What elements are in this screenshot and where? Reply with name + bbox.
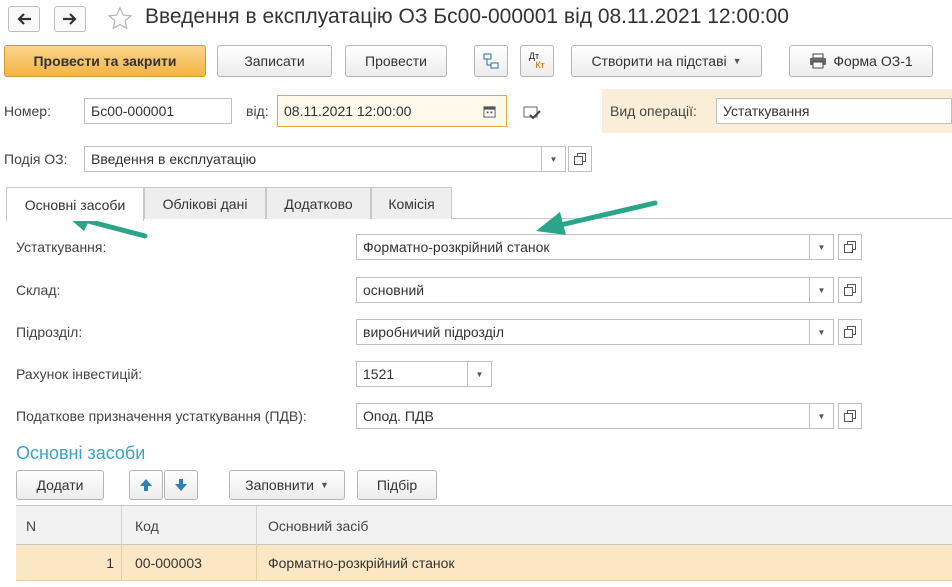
tax-purpose-dropdown-button[interactable]: ▼ [810, 403, 834, 429]
chevron-down-icon: ▼ [319, 480, 329, 490]
assets-table-header: N Код Основний засіб [16, 505, 952, 546]
warehouse-dropdown-button[interactable]: ▼ [810, 277, 834, 303]
add-button[interactable]: Додати [16, 470, 104, 500]
chevron-down-icon: ▼ [817, 411, 826, 421]
column-header-code[interactable]: Код [135, 506, 159, 546]
column-separator [121, 545, 122, 581]
open-icon [574, 153, 586, 165]
arrow-down-icon [175, 479, 187, 491]
column-separator [121, 506, 122, 546]
open-icon [844, 410, 856, 422]
forward-button[interactable] [54, 6, 86, 32]
tax-purpose-label: Податкове призначення устаткування (ПДВ)… [16, 408, 307, 424]
investment-account-label: Рахунок інвестицій: [16, 366, 143, 382]
tab-additional[interactable]: Додатково [266, 187, 371, 219]
calendar-icon[interactable] [483, 105, 496, 118]
warehouse-label: Склад: [16, 282, 61, 298]
equipment-dropdown-button[interactable]: ▼ [810, 234, 834, 260]
open-icon [844, 326, 856, 338]
investment-account-dropdown-button[interactable]: ▼ [468, 361, 492, 387]
date-label: від: [246, 103, 269, 119]
equipment-open-button[interactable] [838, 234, 862, 260]
event-label: Подія ОЗ: [4, 151, 68, 167]
annotation-arrow-equipment [536, 200, 658, 235]
save-button[interactable]: Записати [217, 45, 332, 77]
warehouse-open-button[interactable] [838, 277, 862, 303]
number-field[interactable]: Бс00-000001 [84, 98, 232, 124]
date-value: 08.11.2021 12:00:00 [284, 103, 412, 119]
investment-account-field[interactable]: 1521 [356, 361, 468, 387]
fill-button[interactable]: Заповнити ▼ [229, 470, 345, 500]
kt-label: Кт [535, 60, 545, 70]
tab-fixed-assets[interactable]: Основні засоби [6, 187, 144, 221]
column-separator [256, 545, 257, 581]
post-and-close-button[interactable]: Провести та закрити [4, 45, 206, 77]
operation-field[interactable]: Устаткування [716, 98, 952, 124]
event-open-button[interactable] [568, 146, 592, 172]
event-field[interactable]: Введення в експлуатацію [84, 146, 542, 172]
assets-section-title: Основні засоби [16, 443, 146, 463]
arrow-right-icon [63, 13, 77, 25]
event-dropdown-button[interactable]: ▼ [542, 146, 566, 172]
create-based-label: Створити на підставі [591, 53, 727, 69]
row-number: 1 [106, 555, 114, 571]
department-open-button[interactable] [838, 319, 862, 345]
structure-icon [483, 53, 499, 69]
column-separator [256, 506, 257, 546]
table-row[interactable]: 1 00-000003 Форматно-розкрійний станок [16, 545, 952, 581]
printer-icon [810, 53, 827, 69]
fill-label: Заповнити [245, 477, 314, 493]
date-field[interactable]: 08.11.2021 12:00:00 [277, 95, 507, 127]
tab-accounting-data[interactable]: Облікові дані [144, 187, 266, 219]
chevron-down-icon: ▼ [475, 369, 484, 379]
edit-check-icon[interactable] [522, 102, 542, 122]
chevron-down-icon: ▼ [817, 242, 826, 252]
post-button[interactable]: Провести [345, 45, 447, 77]
equipment-label: Устаткування: [16, 239, 107, 255]
row-asset: Форматно-розкрійний станок [268, 555, 455, 571]
warehouse-field[interactable]: основний [356, 277, 810, 303]
department-dropdown-button[interactable]: ▼ [810, 319, 834, 345]
tax-purpose-field[interactable]: Опод. ПДВ [356, 403, 810, 429]
move-down-button[interactable] [164, 470, 198, 500]
pick-button[interactable]: Підбір [357, 470, 437, 500]
print-form-button[interactable]: Форма ОЗ-1 [789, 45, 933, 77]
row-code: 00-000003 [135, 555, 202, 571]
star-icon[interactable] [106, 5, 134, 33]
create-based-on-button[interactable]: Створити на підставі ▼ [571, 45, 762, 77]
number-label: Номер: [4, 103, 51, 119]
chevron-down-icon: ▼ [817, 327, 826, 337]
tax-purpose-open-button[interactable] [838, 403, 862, 429]
column-header-asset[interactable]: Основний засіб [268, 506, 368, 546]
move-up-button[interactable] [129, 470, 163, 500]
print-form-label: Форма ОЗ-1 [833, 53, 913, 69]
dt-kt-button[interactable]: Дт Кт [520, 45, 554, 77]
chevron-down-icon: ▼ [817, 285, 826, 295]
window-title: Введення в експлуатацію ОЗ Бс00-000001 в… [145, 5, 789, 28]
back-button[interactable] [8, 6, 40, 32]
column-header-n[interactable]: N [26, 506, 36, 546]
arrow-left-icon [17, 13, 31, 25]
arrow-up-icon [140, 479, 152, 491]
chevron-down-icon: ▼ [549, 154, 558, 164]
open-icon [844, 241, 856, 253]
tab-commission[interactable]: Комісія [371, 187, 452, 219]
open-icon [844, 284, 856, 296]
operation-label: Вид операції: [610, 103, 697, 119]
department-label: Підрозділ: [16, 324, 83, 340]
equipment-field[interactable]: Форматно-розкрійний станок [356, 234, 810, 260]
structure-button[interactable] [474, 45, 508, 77]
department-field[interactable]: виробничий підрозділ [356, 319, 810, 345]
chevron-down-icon: ▼ [732, 56, 742, 66]
